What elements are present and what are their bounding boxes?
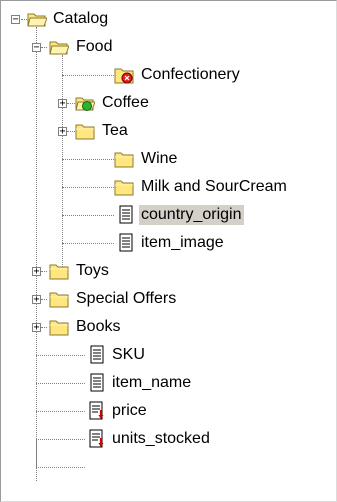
tree-node-label[interactable]: units_stocked bbox=[110, 429, 212, 449]
tree-node-country-origin[interactable]: country_origin bbox=[1, 201, 337, 229]
folder-icon bbox=[75, 121, 95, 141]
document-icon bbox=[116, 233, 136, 253]
tree-node-tea[interactable]: + Tea bbox=[1, 117, 337, 145]
tree-node-label[interactable]: Tea bbox=[100, 121, 130, 141]
document-key-icon bbox=[87, 429, 107, 449]
tree-line bbox=[36, 467, 85, 468]
folder-icon bbox=[49, 317, 69, 337]
collapse-toggle[interactable]: − bbox=[32, 43, 41, 53]
tree-node-item-name[interactable]: item_name bbox=[1, 369, 337, 397]
tree-node-label[interactable]: Coffee bbox=[100, 93, 151, 113]
tree-node-label[interactable]: Food bbox=[74, 37, 114, 57]
tree-node-label[interactable]: item_name bbox=[110, 373, 193, 393]
tree-node-books[interactable]: + Books bbox=[1, 313, 337, 341]
open-folder-green-badge-icon bbox=[75, 93, 95, 113]
tree-node-price[interactable]: price bbox=[1, 397, 337, 425]
folder-icon bbox=[114, 177, 134, 197]
expand-toggle[interactable]: + bbox=[58, 127, 67, 137]
expand-toggle[interactable]: + bbox=[32, 295, 41, 305]
expand-toggle[interactable]: + bbox=[32, 323, 41, 333]
tree-node-wine[interactable]: Wine bbox=[1, 145, 337, 173]
folder-icon bbox=[114, 149, 134, 169]
document-icon bbox=[87, 345, 107, 365]
tree-node-sku[interactable]: SKU bbox=[1, 341, 337, 369]
tree-node-confectionery[interactable]: Confectionery bbox=[1, 61, 337, 89]
tree-node-label[interactable]: Special Offers bbox=[74, 289, 178, 309]
tree-node-special-offers[interactable]: + Special Offers bbox=[1, 285, 337, 313]
tree-node-label[interactable]: price bbox=[110, 401, 149, 421]
tree-node-catalog[interactable]: − Catalog bbox=[1, 5, 337, 33]
tree-node-label[interactable]: Catalog bbox=[51, 9, 110, 29]
tree-node-milk-and-sourcream[interactable]: Milk and SourCream bbox=[1, 173, 337, 201]
document-icon bbox=[116, 205, 136, 225]
collapse-toggle[interactable]: − bbox=[11, 15, 20, 25]
tree-node-label[interactable]: SKU bbox=[110, 345, 147, 365]
tree-node-units-stocked[interactable]: units_stocked bbox=[1, 425, 337, 453]
tree-node-label[interactable]: Wine bbox=[139, 149, 179, 169]
open-folder-icon bbox=[49, 37, 69, 57]
tree-node-label[interactable]: country_origin bbox=[139, 205, 244, 225]
folder-icon bbox=[49, 289, 69, 309]
tree-node-label[interactable]: Toys bbox=[74, 261, 111, 281]
tree-node-food[interactable]: − Food bbox=[1, 33, 337, 61]
tree-node-label[interactable]: Milk and SourCream bbox=[139, 177, 289, 197]
folder-icon bbox=[49, 261, 69, 281]
tree-node-label[interactable]: Confectionery bbox=[139, 65, 242, 85]
expand-toggle[interactable]: + bbox=[58, 99, 67, 109]
tree-node-item-image[interactable]: item_image bbox=[1, 229, 337, 257]
expand-toggle[interactable]: + bbox=[32, 267, 41, 277]
folder-red-badge-icon bbox=[114, 65, 134, 85]
document-icon bbox=[87, 373, 107, 393]
document-key-icon bbox=[87, 401, 107, 421]
open-folder-icon bbox=[27, 9, 47, 29]
catalog-tree-view[interactable]: − Catalog − Food Confectionery + Coffee … bbox=[0, 0, 337, 502]
tree-node-label[interactable]: item_image bbox=[139, 233, 226, 253]
tree-node-coffee[interactable]: + Coffee bbox=[1, 89, 337, 117]
tree-node-toys[interactable]: + Toys bbox=[1, 257, 337, 285]
tree-node-label[interactable]: Books bbox=[74, 317, 122, 337]
